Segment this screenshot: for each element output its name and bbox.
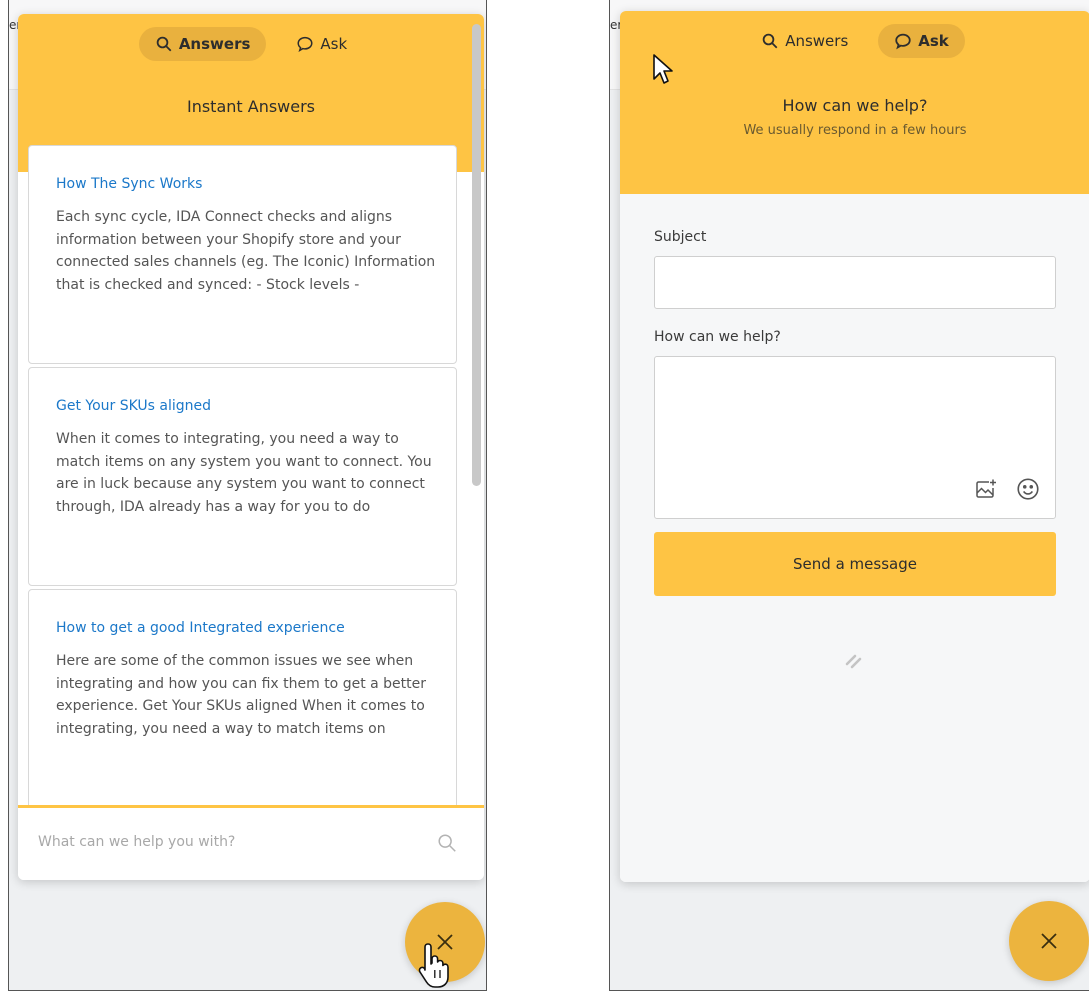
- article-title[interactable]: How The Sync Works: [56, 176, 442, 192]
- right-panel-frame: er Answers Ask How can we help? We usual…: [609, 0, 1089, 991]
- subject-label: Subject: [654, 229, 707, 245]
- arrow-cursor-icon: [653, 54, 673, 84]
- chat-bubble-icon: [895, 33, 911, 50]
- tab-ask-label: Ask: [918, 32, 949, 50]
- article-title[interactable]: How to get a good Integrated experience: [56, 620, 442, 636]
- search-icon: [762, 33, 778, 49]
- article-excerpt: Each sync cycle, IDA Connect checks and …: [56, 209, 436, 293]
- widget-header: Answers Ask How can we help? We usually …: [620, 11, 1089, 196]
- hand-cursor-icon: [418, 943, 449, 988]
- search-icon[interactable]: [436, 832, 458, 854]
- subject-input[interactable]: [654, 256, 1056, 309]
- tab-ask[interactable]: Ask: [878, 24, 965, 58]
- message-textarea[interactable]: [654, 356, 1056, 519]
- article-list: How The Sync Works Each sync cycle, IDA …: [18, 14, 484, 805]
- article-card[interactable]: Get Your SKUs aligned When it comes to i…: [28, 367, 457, 586]
- widget-tabs: Answers Ask: [620, 24, 1089, 58]
- emoji-icon[interactable]: [1015, 476, 1041, 502]
- add-image-icon[interactable]: [974, 477, 998, 501]
- search-bar: [18, 805, 484, 880]
- contact-form: Subject How can we help? Send a message: [620, 194, 1089, 882]
- article-list-scrollbar[interactable]: [472, 24, 481, 486]
- article-card[interactable]: How to get a good Integrated experience …: [28, 589, 457, 805]
- tab-answers-label: Answers: [785, 32, 849, 50]
- article-title[interactable]: Get Your SKUs aligned: [56, 398, 442, 414]
- ask-widget: Answers Ask How can we help? We usually …: [620, 11, 1089, 882]
- tab-answers[interactable]: Answers: [745, 24, 864, 58]
- article-card[interactable]: How The Sync Works Each sync cycle, IDA …: [28, 145, 457, 364]
- send-message-button[interactable]: Send a message: [654, 532, 1056, 596]
- search-input[interactable]: [38, 834, 418, 850]
- close-widget-button[interactable]: [1009, 901, 1089, 981]
- article-excerpt: When it comes to integrating, you need a…: [56, 431, 432, 515]
- article-excerpt: Here are some of the common issues we se…: [56, 653, 427, 737]
- close-icon: [1041, 933, 1057, 949]
- left-panel-frame: er Answers Ask Instant Answers How The S…: [8, 0, 487, 991]
- instant-answers-widget: Answers Ask Instant Answers How The Sync…: [18, 14, 484, 880]
- panel-title: How can we help?: [782, 96, 928, 115]
- panel-subtitle: We usually respond in a few hours: [743, 123, 967, 138]
- message-label: How can we help?: [654, 329, 781, 345]
- powered-by-logo-icon: [845, 654, 862, 669]
